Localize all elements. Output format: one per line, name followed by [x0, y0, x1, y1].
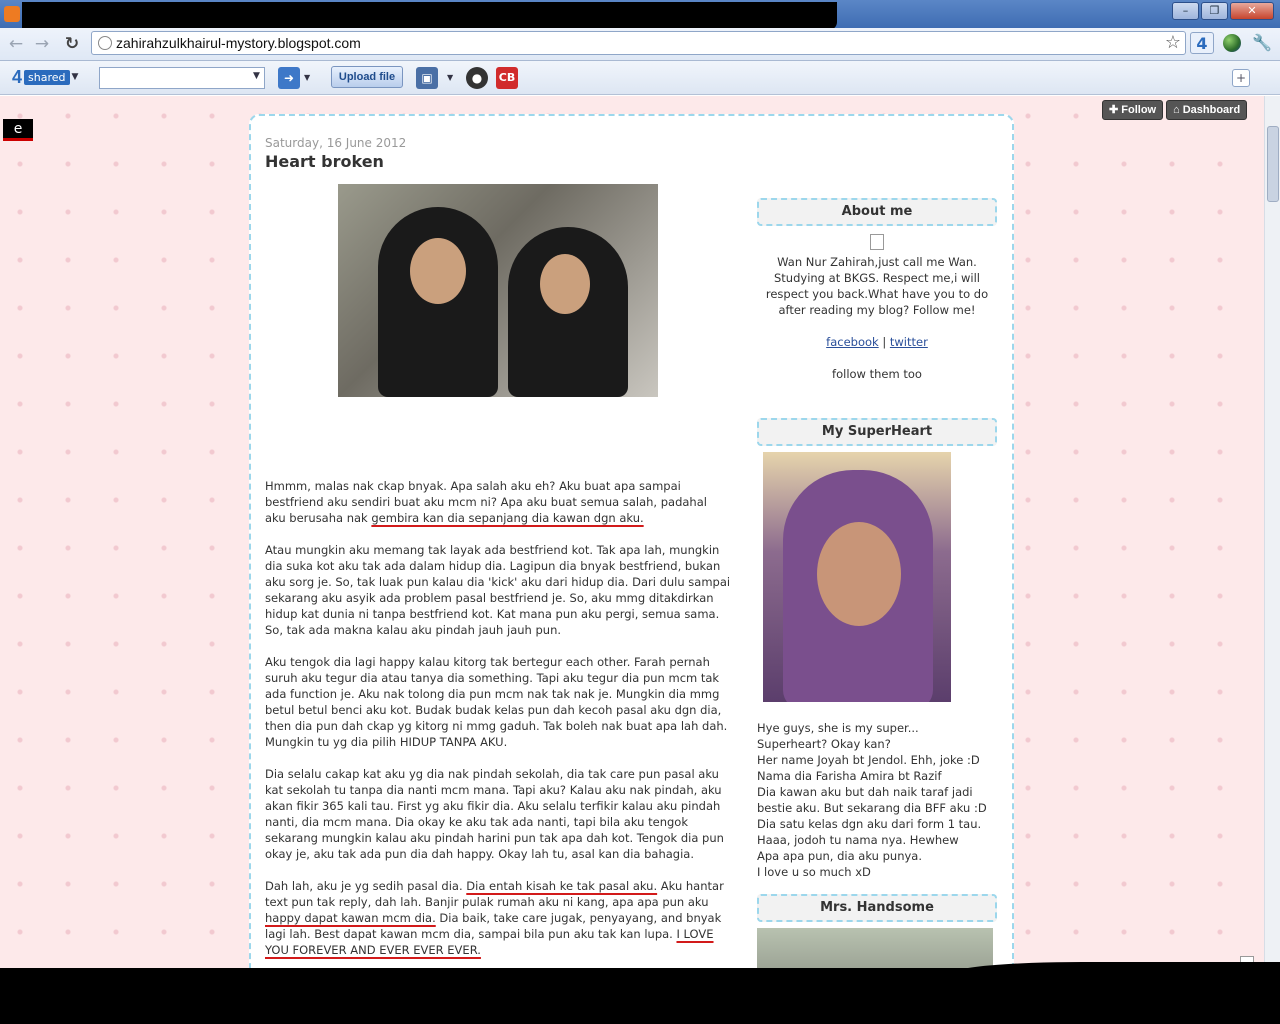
superheart-line: Nama dia Farisha Amira bt Razif [757, 769, 942, 783]
address-url[interactable]: zahirahzulkhairul-mystory.blogspot.com [116, 35, 361, 51]
post-underlined-text: gembira kan dia sepanjang dia kawan dgn … [371, 511, 644, 525]
about-me-text: Wan Nur Zahirah,just call me Wan. Studyi… [765, 255, 989, 317]
superheart-line: Dia kawan aku but dah naik taraf jadi [757, 785, 973, 799]
superheart-line: I love u so much xD [757, 865, 871, 879]
home-icon: ⌂ [1173, 104, 1183, 116]
back-icon[interactable]: ← [6, 34, 26, 54]
scrollbar-thumb[interactable] [1267, 126, 1279, 202]
dashboard-label: Dashboard [1182, 104, 1241, 116]
about-me-widget: Wan Nur Zahirah,just call me Wan. Studyi… [757, 234, 997, 382]
e-badge[interactable]: e [3, 119, 33, 141]
4shared-logo-number: 4 [12, 66, 23, 87]
follow-button[interactable]: ✚ Follow [1102, 100, 1164, 120]
redacted-title-area [22, 2, 837, 30]
4shared-menu[interactable]: 4 shared ▼ [12, 67, 78, 87]
post-paragraph: Atau mungkin aku memang tak layak ada be… [265, 543, 731, 637]
add-toolbar-button[interactable]: + [1232, 69, 1250, 87]
post-body: Hmmm, malas nak ckap bnyak. Apa salah ak… [265, 478, 731, 974]
post-paragraph: Dah lah, aku je yg sedih pasal dia. Dia … [265, 878, 731, 958]
superheart-line: Superheart? Okay kan? [757, 737, 891, 751]
dashboard-button[interactable]: ⌂ Dashboard [1166, 100, 1248, 120]
plus-icon: ✚ [1109, 104, 1122, 116]
chevron-down-icon: ▼ [71, 72, 79, 82]
superheart-line: Her name Joyah bt Jendol. Ehh, joke :D [757, 753, 980, 767]
superheart-line: Dia satu kelas dgn aku dari form 1 tau. [757, 817, 982, 831]
superheart-line: bestie aku. But sekarang dia BFF aku :D [757, 801, 987, 815]
navigation-bar: ← → ↻ zahirahzulkhairul-mystory.blogspot… [0, 28, 1280, 61]
chevron-down-icon[interactable]: ▼ [304, 73, 310, 82]
sidebar: About me Wan Nur Zahirah,just call me Wa… [757, 198, 997, 984]
post-underlined-text: Dia entah kisah ke tak pasal aku. [466, 879, 658, 893]
superheart-photo[interactable] [763, 452, 951, 702]
page-scrollbar[interactable] [1264, 96, 1280, 984]
address-bar[interactable]: zahirahzulkhairul-mystory.blogspot.com ☆ [91, 31, 1186, 55]
about-me-title: About me [757, 198, 997, 226]
post-paragraph: Dia selalu cakap kat aku yg dia nak pind… [265, 767, 724, 861]
minimize-button[interactable]: – [1172, 2, 1199, 20]
upload-file-button[interactable]: Upload file [331, 66, 403, 88]
link-separator: | [882, 335, 887, 349]
blog-content-wrapper: Saturday, 16 June 2012 Heart broken Hmmm… [249, 114, 1014, 984]
arrow-right-icon[interactable]: ➜ [278, 67, 300, 89]
cb-extension-button[interactable]: CB [496, 67, 518, 89]
window-titlebar: – ❐ ✕ [0, 0, 1280, 30]
superheart-title: My SuperHeart [757, 418, 997, 446]
broken-image-icon [757, 234, 997, 254]
post-photo[interactable] [338, 184, 658, 397]
photo-face [817, 522, 901, 626]
wrench-icon[interactable]: 🔧 [1250, 32, 1274, 54]
photo-face-right [540, 254, 590, 314]
globe-icon [98, 36, 112, 50]
redacted-bottom-area [0, 968, 1280, 1024]
mrs-handsome-title: Mrs. Handsome [757, 894, 997, 922]
superheart-text: Hye guys, she is my super... Superheart?… [757, 720, 997, 880]
window-icon[interactable]: ▣ [416, 67, 438, 89]
superheart-line: Hye guys, she is my super... [757, 721, 919, 735]
reload-icon[interactable]: ↻ [62, 34, 82, 54]
bookmark-star-icon[interactable]: ☆ [1165, 32, 1181, 53]
facebook-link[interactable]: facebook [826, 335, 879, 349]
record-icon[interactable]: ● [466, 67, 488, 89]
post-date: Saturday, 16 June 2012 [265, 136, 407, 150]
post-title[interactable]: Heart broken [265, 152, 384, 171]
chevron-down-icon[interactable]: ▼ [447, 73, 453, 82]
blog-page: e ✚ Follow ⌂ Dashboard Saturday, 16 June… [0, 96, 1264, 984]
extension-toolbar: 4 shared ▼ ▼ ➜ ▼ Upload file ▣ ▼ ● CB + [0, 61, 1280, 95]
post-text: Dah lah, aku je yg sedih pasal dia. [265, 879, 467, 893]
window-controls: – ❐ ✕ [1172, 2, 1274, 20]
post-paragraph: Hmmm, malas nak ckap bnyak. Apa salah ak… [265, 478, 731, 526]
4shared-extension-icon[interactable]: 4 [1190, 32, 1214, 54]
superheart-line: Apa apa pun, dia aku punya. [757, 849, 922, 863]
close-button[interactable]: ✕ [1230, 2, 1274, 20]
search-dropdown-icon[interactable]: ▼ [253, 71, 260, 81]
photo-face-left [410, 238, 466, 304]
superheart-line: Haaa, jodoh tu nama nya. Hewhew [757, 833, 959, 847]
twitter-link[interactable]: twitter [890, 335, 928, 349]
maximize-button[interactable]: ❐ [1201, 2, 1228, 20]
toolbar-search-input[interactable] [99, 67, 265, 89]
4shared-logo-label: shared [24, 69, 70, 85]
browser-tab-icon[interactable] [4, 6, 20, 22]
follow-label: Follow [1121, 104, 1157, 116]
globe-extension-icon[interactable] [1220, 32, 1244, 54]
social-links: facebook | twitter [757, 334, 997, 350]
follow-them-text: follow them too [832, 367, 922, 381]
post-paragraph: Aku tengok dia lagi happy kalau kitorg t… [265, 655, 728, 749]
forward-icon[interactable]: → [32, 34, 52, 54]
post-underlined-text: happy dapat kawan mcm dia. [265, 911, 436, 925]
